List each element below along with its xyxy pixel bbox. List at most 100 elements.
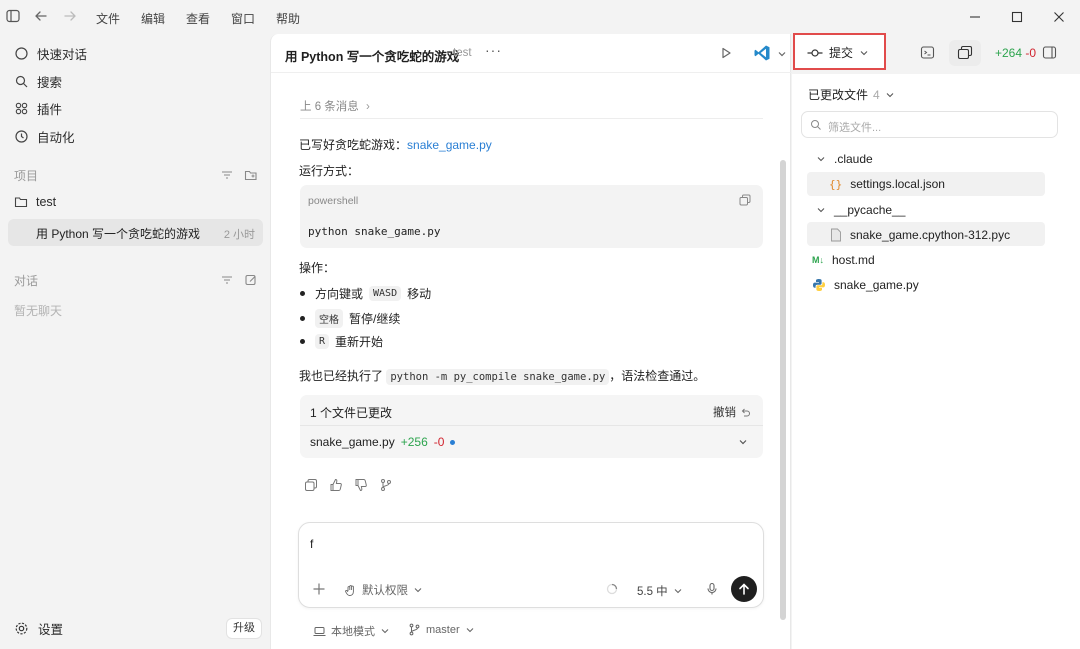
tree-file-pyc[interactable]: snake_game.cpython-312.pyc — [830, 228, 1010, 242]
menu-edit[interactable]: 编辑 — [141, 10, 165, 27]
project-label: test — [36, 195, 57, 209]
changed-file-row[interactable]: snake_game.py +256 -0 — [310, 435, 456, 449]
forward-arrow-icon[interactable] — [63, 9, 79, 25]
minimize-icon[interactable] — [966, 8, 984, 26]
chevron-down-icon — [777, 49, 787, 59]
list-item: 空格 暂停/继续 — [300, 309, 400, 328]
sidebar-item-label: 自动化 — [37, 130, 75, 145]
total-diff-stat: +264 -0 — [995, 46, 1036, 60]
key-label: WASD — [369, 286, 402, 301]
sidebar-item-plugins[interactable]: 插件 — [14, 98, 62, 118]
sidebar-item-search[interactable]: 搜索 — [14, 71, 62, 91]
list-item: 方向键或 WASD 移动 — [300, 285, 431, 302]
menu-file[interactable]: 文件 — [96, 10, 120, 27]
syntax-check-line: 我也已经执行了 python -m py_compile snake_game.… — [299, 367, 706, 385]
plugin-grid-icon — [14, 101, 29, 116]
maximize-icon[interactable] — [1008, 8, 1026, 26]
commit-button[interactable]: 提交 — [793, 33, 886, 70]
tree-folder-claude[interactable]: .claude — [816, 152, 873, 166]
back-arrow-icon[interactable] — [34, 9, 50, 25]
panel-toggle-icon[interactable] — [1042, 45, 1057, 60]
search-icon — [14, 74, 29, 89]
project-item-test[interactable]: test — [14, 195, 56, 209]
previous-messages-label: 上 6 条消息 — [300, 101, 359, 113]
new-chat-icon[interactable] — [244, 273, 258, 287]
add-attachment-icon[interactable] — [312, 582, 326, 596]
thumbs-down-icon[interactable] — [354, 478, 368, 492]
changed-files-header[interactable]: 已更改文件 4 — [808, 86, 895, 103]
tree-label: snake_game.cpython-312.pyc — [850, 228, 1011, 242]
chevron-down-icon — [859, 48, 869, 58]
additions-count: +256 — [400, 435, 428, 449]
thumbs-up-icon[interactable] — [329, 478, 343, 492]
upgrade-button[interactable]: 升级 — [226, 618, 262, 639]
commit-label: 提交 — [829, 46, 854, 60]
search-icon — [810, 119, 822, 131]
diff-panel-toggle[interactable] — [949, 40, 981, 66]
message-text: ，语法检查通过。 — [609, 369, 706, 383]
bullet-text: 移动 — [407, 287, 432, 301]
key-label: R — [315, 334, 330, 349]
chevron-down-icon — [816, 205, 826, 215]
chevron-down-icon — [413, 585, 423, 595]
filter-files-input[interactable]: 筛选文件... — [801, 111, 1058, 138]
filter-icon[interactable] — [220, 168, 234, 182]
model-selector[interactable]: 5.5 中 — [637, 583, 683, 599]
chevron-down-icon — [673, 586, 683, 596]
ops-label: 操作： — [299, 261, 336, 275]
chevron-down-icon[interactable] — [737, 436, 749, 448]
copy-icon[interactable] — [304, 478, 318, 492]
tree-label: settings.local.json — [850, 177, 945, 191]
git-branch-icon — [408, 623, 421, 636]
tree-label: snake_game.py — [834, 278, 919, 292]
json-braces-icon: {} — [829, 177, 843, 191]
file-link[interactable]: snake_game.py — [407, 138, 492, 152]
undo-button[interactable]: 撤销 — [713, 404, 751, 420]
more-options-button[interactable]: ··· — [485, 42, 502, 58]
chat-panel: 用 Python 写一个贪吃蛇的游戏 test ··· 上 6 条消息 › 已写… — [270, 34, 792, 649]
local-mode-dropdown[interactable]: 本地模式 — [313, 623, 390, 639]
chat-item-time: 2 小时 — [223, 229, 255, 241]
microphone-icon[interactable] — [705, 582, 719, 596]
menu-window[interactable]: 窗口 — [231, 10, 255, 27]
message-input-box[interactable]: f 默认权限 5.5 中 — [298, 522, 764, 608]
bullet-text: 方向键或 — [315, 287, 364, 301]
chat-title: 用 Python 写一个贪吃蛇的游戏 — [285, 50, 460, 64]
bullet-dot — [300, 339, 305, 344]
vscode-icon — [753, 44, 771, 62]
arrow-up-icon — [737, 582, 751, 596]
copy-icon[interactable] — [739, 194, 751, 206]
sidebar-toggle-icon[interactable] — [6, 9, 22, 25]
filter-icon[interactable] — [220, 273, 234, 287]
new-folder-icon[interactable] — [244, 168, 258, 182]
code-block: powershell python snake_game.py — [300, 185, 763, 248]
sidebar-item-quick-chat[interactable]: 快速对话 — [14, 43, 87, 63]
message-input[interactable]: f — [310, 537, 313, 551]
clock-icon — [14, 129, 29, 144]
chat-list-item[interactable]: 用 Python 写一个贪吃蛇的游戏 2 小时 — [8, 219, 263, 246]
markdown-icon: M↓ — [812, 255, 824, 265]
total-deletions: -0 — [1025, 46, 1037, 60]
permission-dropdown[interactable]: 默认权限 — [344, 582, 423, 598]
tree-file-host-md[interactable]: M↓ host.md — [812, 253, 875, 267]
sidebar-item-label: 快速对话 — [37, 47, 88, 62]
tree-file-snake-game[interactable]: snake_game.py — [812, 278, 919, 292]
menu-view[interactable]: 查看 — [186, 10, 210, 27]
gear-icon — [14, 621, 29, 636]
scrollbar[interactable] — [780, 160, 786, 620]
tree-file-settings[interactable]: {} settings.local.json — [829, 177, 945, 191]
menu-help[interactable]: 帮助 — [276, 10, 300, 27]
previous-messages-link[interactable]: 上 6 条消息 › — [300, 98, 370, 114]
branch-dropdown[interactable]: master — [408, 623, 475, 636]
run-play-icon[interactable] — [719, 46, 733, 60]
branch-icon[interactable] — [379, 478, 393, 492]
sidebar-item-automation[interactable]: 自动化 — [14, 126, 75, 146]
open-in-editor-button[interactable] — [747, 40, 791, 66]
tree-folder-pycache[interactable]: __pycache__ — [816, 203, 905, 217]
close-icon[interactable] — [1050, 8, 1068, 26]
settings-button[interactable]: 设置 — [14, 619, 63, 638]
send-button[interactable] — [731, 576, 757, 602]
undo-icon — [740, 407, 751, 418]
terminal-icon[interactable] — [920, 45, 935, 60]
file-icon — [830, 228, 842, 242]
